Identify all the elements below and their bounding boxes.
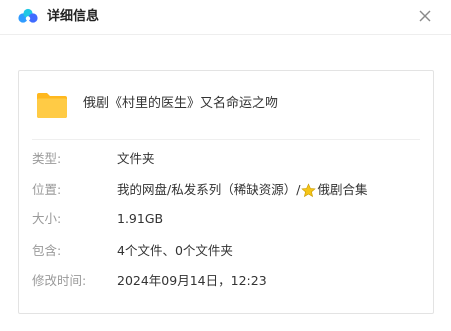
close-icon[interactable]	[416, 7, 434, 25]
modified-label: 修改时间:	[32, 273, 87, 288]
details-card: 俄剧《村里的医生》又名命运之吻 类型: 文件夹 位置: 我的网盘/私发系列（稀缺…	[18, 70, 434, 314]
dialog-header: 详细信息	[0, 0, 451, 35]
baidu-netdisk-cloud-icon	[18, 8, 38, 23]
type-label: 类型:	[32, 151, 62, 166]
file-summary: 俄剧《村里的医生》又名命运之吻	[19, 71, 433, 139]
modified-row: 修改时间: 2024年09月14日，12:23	[19, 271, 433, 291]
modified-value: 2024年09月14日，12:23	[117, 273, 267, 288]
star-icon	[301, 182, 317, 197]
type-value: 文件夹	[117, 151, 155, 166]
location-folder[interactable]: 俄剧合集	[317, 180, 367, 200]
location-label: 位置:	[32, 182, 62, 197]
size-label: 大小:	[32, 211, 62, 226]
size-row: 大小: 1.91GB	[19, 209, 433, 229]
type-row: 类型: 文件夹	[19, 149, 433, 169]
file-name: 俄剧《村里的医生》又名命运之吻	[83, 96, 279, 111]
location-row: 位置: 我的网盘/私发系列（稀缺资源）/ 俄剧合集	[19, 180, 433, 200]
folder-icon	[37, 93, 67, 118]
dialog-title: 详细信息	[47, 9, 100, 24]
location-path[interactable]: 我的网盘/私发系列（稀缺资源）/	[117, 180, 300, 200]
contains-row: 包含: 4个文件、0个文件夹	[19, 241, 433, 261]
contains-value: 4个文件、0个文件夹	[117, 243, 233, 258]
size-value: 1.91GB	[117, 211, 164, 226]
divider	[32, 139, 420, 140]
location-value[interactable]: 我的网盘/私发系列（稀缺资源）/ 俄剧合集	[117, 180, 367, 200]
file-details-dialog: 详细信息 俄剧《村里的医生》又名命运之吻 类型: 文件夹 位置: 我的网盘/私发…	[0, 0, 451, 331]
contains-label: 包含:	[32, 243, 62, 258]
